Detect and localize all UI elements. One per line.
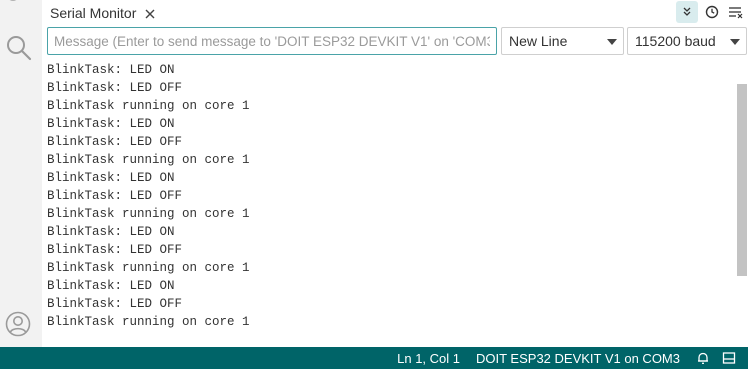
line-ending-select[interactable]: New Line [501,27,624,55]
settings-icon[interactable] [5,0,21,7]
timestamp-clock-icon[interactable] [700,0,724,24]
output-line: BlinkTask: LED ON [47,171,175,185]
chevron-down-icon [607,39,617,45]
scrollbar-thumb[interactable] [737,84,747,276]
output-line: BlinkTask running on core 1 [47,207,250,221]
output-line: BlinkTask: LED ON [47,279,175,293]
header-actions [676,0,748,24]
output-line: BlinkTask running on core 1 [47,153,250,167]
output-line: BlinkTask: LED OFF [47,297,183,311]
search-icon[interactable] [5,34,33,62]
output-line: BlinkTask: LED OFF [47,135,183,149]
baud-rate-select[interactable]: 115200 baud [627,27,747,55]
clear-output-icon[interactable] [724,0,748,24]
output-line: BlinkTask: LED ON [47,117,175,131]
output-line: BlinkTask running on core 1 [47,99,250,113]
status-items: Ln 1, Col 1 DOIT ESP32 DEVKIT V1 on COM3 [397,347,748,369]
output-line: BlinkTask: LED ON [47,225,175,239]
chevron-down-icon [730,39,740,45]
serial-output: BlinkTask: LED ON BlinkTask: LED OFF Bli… [42,61,736,347]
output-panel-icon[interactable] [722,351,736,365]
panel-header: Serial Monitor [42,0,748,27]
baud-rate-value: 115200 baud [635,33,716,49]
tab-title: Serial Monitor [50,5,137,21]
autoscroll-icon[interactable] [676,1,698,23]
account-icon[interactable] [5,311,31,337]
output-line: BlinkTask running on core 1 [47,315,250,329]
output-line: BlinkTask: LED OFF [47,189,183,203]
notification-bell-icon[interactable] [696,351,710,365]
output-line: BlinkTask: LED OFF [47,81,183,95]
board-port-status[interactable]: DOIT ESP32 DEVKIT V1 on COM3 [476,351,680,366]
status-bar: Ln 1, Col 1 DOIT ESP32 DEVKIT V1 on COM3 [0,347,748,369]
cursor-position[interactable]: Ln 1, Col 1 [397,351,460,366]
message-input[interactable] [47,27,497,55]
activity-bar [0,0,42,347]
tab-serial-monitor[interactable]: Serial Monitor [42,0,164,26]
serial-toolbar: New Line 115200 baud [42,27,748,57]
line-ending-value: New Line [509,33,568,49]
output-line: BlinkTask: LED ON [47,63,175,77]
output-line: BlinkTask running on core 1 [47,261,250,275]
close-icon[interactable] [144,7,156,19]
output-line: BlinkTask: LED OFF [47,243,183,257]
